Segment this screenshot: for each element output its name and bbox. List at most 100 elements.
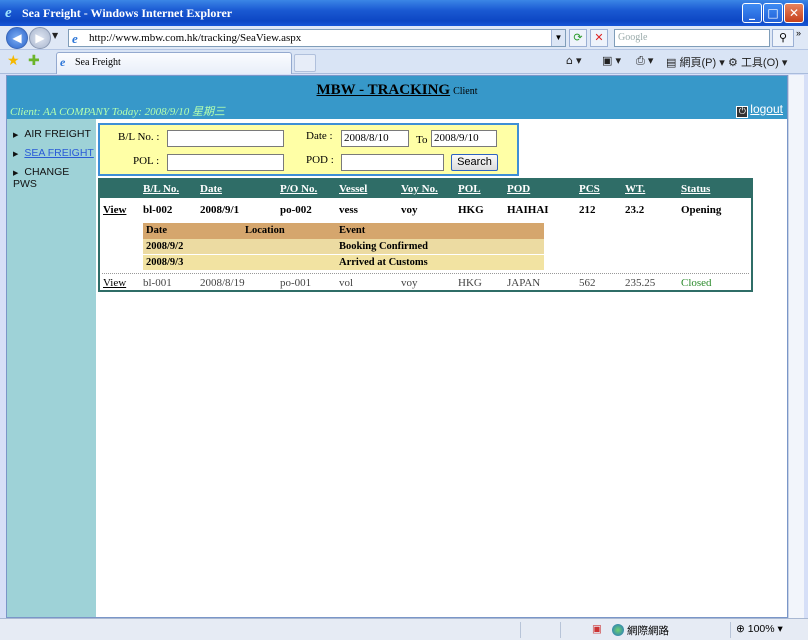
sidebar-item-label: CHANGE PWS [13,166,70,190]
bl-no-input[interactable] [167,130,284,147]
cell-pod: HAIHAI [507,204,549,216]
add-favorite-icon[interactable]: ✚ [28,53,40,69]
refresh-button[interactable]: ⟳ [569,29,587,47]
zoom-label: 100% [747,623,775,635]
col-status[interactable]: Status [681,183,710,195]
ie-logo-icon: e [5,5,12,21]
col-voy-no[interactable]: Voy No. [401,183,438,195]
search-icon[interactable]: ⚲ [772,29,794,47]
cell-wt: 23.2 [625,204,645,216]
app-title-sub: Client [453,86,478,97]
forward-button[interactable]: ▶ [29,27,51,49]
col-wt[interactable]: WT. [625,183,645,195]
print-icon[interactable]: ⎙ ▾ [636,54,653,68]
date-label: Date : [306,130,333,142]
date-to-input[interactable]: 2008/9/10 [431,130,497,147]
status-divider [730,622,731,638]
pol-input[interactable] [167,154,284,171]
col-vessel[interactable]: Vessel [339,183,367,195]
pol-label: POL : [133,155,160,167]
sidebar: ▶ AIR FREIGHT ▶ SEA FREIGHT ▶ CHANGE PWS [7,119,96,617]
tools-menu[interactable]: ⚙ 工具(O) ▾ [728,54,787,70]
cell-vessel: vess [339,204,358,216]
search-input[interactable]: Google [614,29,770,47]
zone-label: 網際網路 [627,625,669,637]
internet-zone[interactable]: 網際網路 [612,623,669,638]
cell-date: 2008/9/1 [200,204,240,216]
col-date[interactable]: Date [200,183,222,195]
sidebar-item-sea-freight[interactable]: ▶ SEA FREIGHT [13,147,94,159]
app-header: MBW - TRACKING Client Client: AA COMPANY … [7,76,787,119]
search-panel: B/L No. : Date : 2008/8/10 To 2008/9/10 … [98,123,519,176]
arrow-right-icon: ▶ [13,169,19,177]
tab-label: Sea Freight [75,57,121,68]
history-dropdown-icon[interactable]: ▼ [52,31,58,40]
col-pod[interactable]: POD [507,183,530,195]
client-info: Client: AA COMPANY Today: 2008/9/10 星期三 [10,106,226,118]
maximize-button[interactable]: □ [763,3,783,23]
close-button[interactable]: ✕ [784,3,804,23]
cell-pod: JAPAN [507,277,541,289]
more-chevron-icon[interactable]: » [796,28,801,38]
results-header: B/L No. Date P/O No. Vessel Voy No. POL … [100,180,751,198]
view-link[interactable]: View [103,204,126,216]
sidebar-item-air-freight[interactable]: ▶ AIR FREIGHT [13,128,91,140]
status-divider [560,622,561,638]
page-menu-label: 網頁(P) [679,57,717,69]
tab-sea-freight[interactable]: e Sea Freight [56,52,292,74]
event-col-event: Event [339,225,366,236]
home-icon[interactable]: ⌂ ▾ [566,54,582,67]
row-divider [102,273,749,274]
window-titlebar: e Sea Freight - Windows Internet Explore… [0,0,808,26]
arrow-right-icon: ▶ [13,131,19,139]
pod-input[interactable] [341,154,444,171]
url-dropdown-icon[interactable]: ▼ [551,30,565,46]
status-bar: ▣ 網際網路 ⊕ 100% ▾ [0,618,808,640]
cell-voy: voy [401,277,418,289]
logout-link[interactable]: ⏻ logout [736,102,783,118]
zoom-control[interactable]: ⊕ 100% ▾ [736,623,783,635]
view-link[interactable]: View [103,277,126,289]
url-field[interactable]: e http://www.mbw.com.hk/tracking/SeaView… [68,29,566,47]
zoom-icon: ⊕ [736,623,745,635]
protected-mode-icon[interactable]: ▣ [592,623,602,635]
stop-button[interactable]: ✕ [590,29,608,47]
cell-pcs: 212 [579,204,596,216]
search-button[interactable]: Search [451,154,498,171]
arrow-right-icon: ▶ [13,150,19,158]
col-bl-no[interactable]: B/L No. [143,183,179,195]
cell-status: Closed [681,277,712,289]
event-row: 2008/9/3 Arrived at Customs [143,255,544,270]
url-text[interactable]: http://www.mbw.com.hk/tracking/SeaView.a… [89,32,301,44]
event-text: Booking Confirmed [339,241,428,252]
tools-menu-label: 工具(O) [740,57,779,69]
cell-voy: voy [401,204,418,216]
page-menu[interactable]: ▤ 網頁(P) ▾ [666,54,725,70]
back-button[interactable]: ◀ [6,27,28,49]
logout-label: logout [750,102,783,116]
event-date: 2008/9/2 [146,241,184,252]
favorites-star-icon[interactable]: ★ [7,53,20,69]
feeds-icon[interactable]: ▣ ▾ [602,54,621,67]
date-from-input[interactable]: 2008/8/10 [341,130,409,147]
table-row: View bl-001 2008/8/19 po-001 vol voy HKG… [100,277,751,293]
cell-bl: bl-002 [143,204,173,216]
event-text: Arrived at Customs [339,257,428,268]
bl-no-label: B/L No. : [118,131,160,143]
window-title: Sea Freight - Windows Internet Explorer [22,6,233,20]
cell-date: 2008/8/19 [200,277,245,289]
event-col-location: Location [245,225,285,236]
cell-wt: 235.25 [625,277,656,289]
minimize-button[interactable]: _ [742,3,762,23]
vertical-scrollbar[interactable] [788,75,804,618]
new-tab-button[interactable] [294,54,316,72]
cell-pol: HKG [458,277,482,289]
cell-status: Opening [681,204,722,216]
cell-po: po-002 [280,204,312,216]
col-pcs[interactable]: PCS [579,183,600,195]
sidebar-item-change-pws[interactable]: ▶ CHANGE PWS [13,166,96,190]
col-pol[interactable]: POL [458,183,481,195]
col-po-no[interactable]: P/O No. [280,183,317,195]
app-title-main: MBW - TRACKING [316,82,451,98]
results-table: B/L No. Date P/O No. Vessel Voy No. POL … [98,178,753,292]
